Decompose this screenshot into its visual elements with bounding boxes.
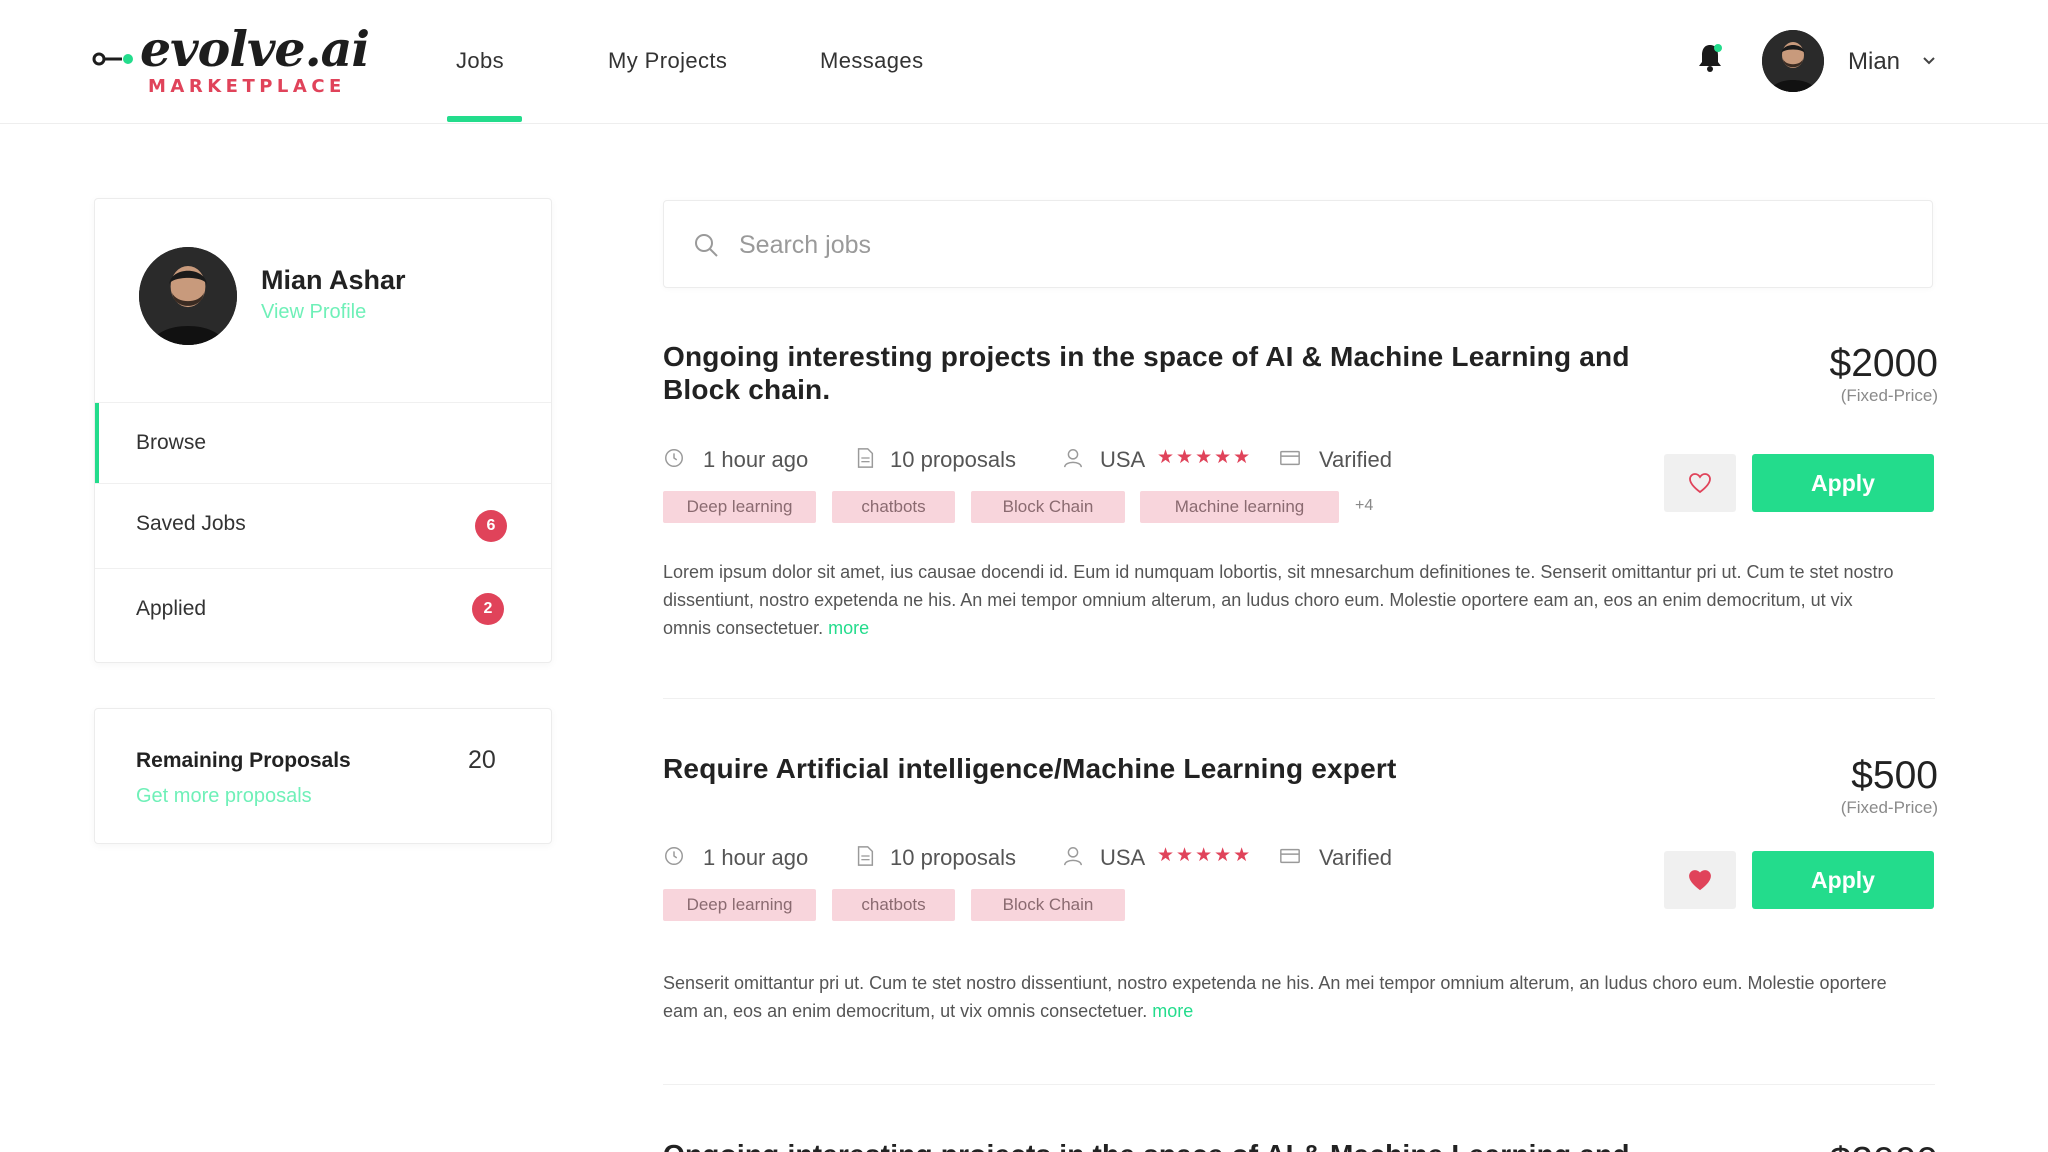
credit-card-icon [1280, 848, 1300, 864]
job-price: $2000 [1830, 1140, 1938, 1152]
logo-link-icon [92, 52, 133, 66]
sidebar-item-label: Browse [136, 431, 207, 454]
get-more-proposals-link[interactable]: Get more proposals [136, 785, 312, 808]
nav-tab-messages[interactable]: Messages [820, 48, 923, 74]
heart-filled-icon [1689, 870, 1711, 891]
save-job-button[interactable] [1664, 851, 1736, 909]
job-proposals: 10 proposals [890, 447, 1016, 472]
job-description: Lorem ipsum dolor sit amet, ius causae d… [663, 558, 1903, 642]
client-rating-stars: ★★★★★ [1157, 845, 1253, 866]
apply-button[interactable]: Apply [1752, 851, 1934, 909]
job-description-text: Senserit omittantur pri ut. Cum te stet … [663, 973, 1887, 1021]
saved-jobs-count-badge: 6 [475, 510, 507, 542]
skill-tag[interactable]: Block Chain [971, 889, 1125, 921]
job-meta: 1 hour ago 10 proposals USA ★★★★★ Varifi… [663, 447, 1563, 477]
logo-subtitle: MARKETPLACE [148, 76, 346, 97]
nav-tab-jobs[interactable]: Jobs [456, 48, 504, 74]
document-icon [857, 448, 874, 468]
credit-card-icon [1280, 450, 1300, 466]
skill-tag[interactable]: Block Chain [971, 491, 1125, 523]
applied-count-badge: 2 [472, 593, 504, 625]
top-header: evolve.ai MARKETPLACE Jobs My Projects M… [0, 0, 2048, 124]
job-title[interactable]: Ongoing interesting projects in the spac… [663, 1138, 1663, 1152]
remaining-proposals-card: Remaining Proposals 20 Get more proposal… [94, 708, 552, 844]
skill-tag[interactable]: chatbots [832, 889, 955, 921]
job-price-type: (Fixed-Price) [1840, 386, 1938, 405]
active-tab-indicator [447, 116, 522, 122]
more-tags-count[interactable]: +4 [1355, 497, 1373, 515]
read-more-link[interactable]: more [1152, 1001, 1193, 1021]
clock-icon [665, 449, 683, 467]
payment-verified: Varified [1319, 447, 1392, 472]
client-rating-stars: ★★★★★ [1157, 447, 1253, 468]
skill-tag[interactable]: chatbots [832, 491, 955, 523]
user-icon [1064, 847, 1082, 866]
job-posted-time: 1 hour ago [703, 447, 809, 472]
sidebar-item-browse[interactable]: Browse [95, 402, 551, 483]
job-description: Senserit omittantur pri ut. Cum te stet … [663, 969, 1903, 1025]
client-location: USA [1100, 447, 1146, 472]
skill-tag[interactable]: Deep learning [663, 491, 816, 523]
remaining-proposals-label: Remaining Proposals [136, 749, 351, 772]
profile-name: Mian Ashar [261, 265, 406, 295]
sidebar-item-label: Saved Jobs [136, 512, 246, 535]
sidebar-item-applied[interactable]: Applied 2 [95, 568, 551, 648]
logo-text: evolve.ai [140, 20, 370, 78]
read-more-link[interactable]: more [828, 618, 869, 638]
nav-tab-my-projects[interactable]: My Projects [608, 48, 727, 74]
job-proposals: 10 proposals [890, 845, 1016, 870]
job-price: $2000 [1829, 342, 1938, 385]
skill-tag[interactable]: Deep learning [663, 889, 816, 921]
job-divider [663, 698, 1935, 699]
chevron-down-icon[interactable] [1920, 52, 1938, 70]
job-search-bar[interactable] [663, 200, 1933, 288]
brand-logo[interactable]: evolve.ai MARKETPLACE [92, 18, 370, 98]
search-icon [695, 234, 718, 257]
job-title[interactable]: Ongoing interesting projects in the spac… [663, 340, 1663, 406]
document-icon [857, 846, 874, 866]
profile-avatar[interactable] [139, 247, 237, 345]
skill-tag[interactable]: Machine learning [1140, 491, 1339, 523]
sidebar-item-label: Applied [136, 597, 207, 620]
heart-outline-icon [1689, 473, 1711, 494]
client-location: USA [1100, 845, 1146, 870]
save-job-button[interactable] [1664, 454, 1736, 512]
job-price: $500 [1851, 754, 1938, 797]
notification-bell-icon[interactable] [1696, 42, 1724, 74]
payment-verified: Varified [1319, 845, 1392, 870]
user-avatar[interactable] [1762, 30, 1824, 92]
user-icon [1064, 449, 1082, 468]
view-profile-link[interactable]: View Profile [261, 301, 366, 324]
remaining-proposals-count: 20 [468, 746, 496, 774]
job-meta: 1 hour ago 10 proposals USA ★★★★★ Varifi… [663, 845, 1563, 875]
sidebar-item-saved-jobs[interactable]: Saved Jobs 6 [95, 483, 551, 563]
job-tags: Deep learning chatbots Block Chain [663, 889, 1423, 921]
job-divider [663, 1084, 1935, 1085]
job-card: Ongoing interesting projects in the spac… [663, 1138, 1938, 1152]
apply-button[interactable]: Apply [1752, 454, 1934, 512]
profile-card: Mian Ashar View Profile Browse Saved Job… [94, 198, 552, 663]
clock-icon [665, 847, 683, 865]
job-title[interactable]: Require Artificial intelligence/Machine … [663, 752, 1663, 785]
job-price-type: (Fixed-Price) [1840, 798, 1938, 817]
search-input[interactable] [739, 221, 1889, 269]
job-posted-time: 1 hour ago [703, 845, 809, 870]
job-tags: Deep learning chatbots Block Chain Machi… [663, 491, 1423, 523]
job-card: Ongoing interesting projects in the spac… [663, 340, 1938, 650]
avatar-portrait-icon [1762, 30, 1824, 92]
user-name[interactable]: Mian [1848, 48, 1900, 76]
avatar-portrait-icon [139, 247, 237, 345]
job-card: Require Artificial intelligence/Machine … [663, 752, 1938, 1052]
